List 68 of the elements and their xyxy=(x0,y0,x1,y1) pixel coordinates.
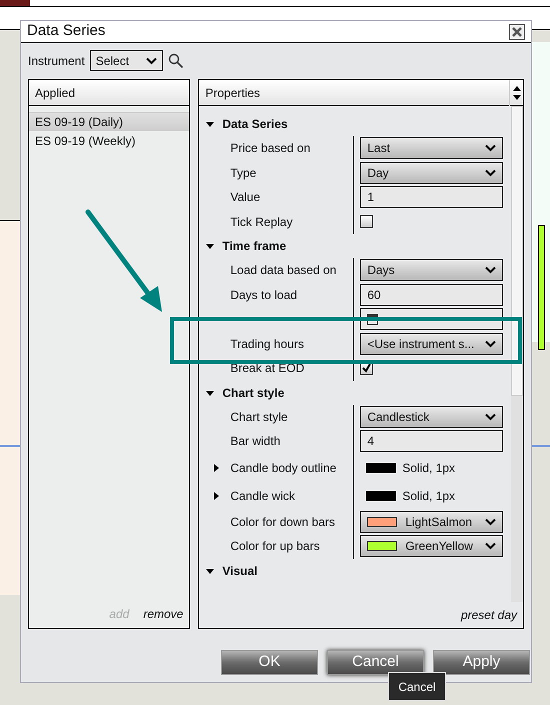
collapse-icon[interactable] xyxy=(206,242,214,250)
panel-header: Applied xyxy=(29,80,190,106)
color-dropdown[interactable]: LightSalmon xyxy=(360,510,504,533)
search-icon[interactable] xyxy=(168,52,184,68)
chevron-down-icon xyxy=(146,56,157,64)
preset-link[interactable]: preset day xyxy=(460,606,517,624)
property-label: Price based on xyxy=(230,140,310,158)
dropdown[interactable]: Day xyxy=(360,162,504,184)
property-label: Color for down bars xyxy=(230,514,336,531)
property-label: Days to load xyxy=(230,286,298,304)
collapse-icon[interactable] xyxy=(206,388,214,396)
dropdown[interactable]: Candlestick xyxy=(360,406,504,428)
property-label: Load data based on xyxy=(230,262,336,280)
dropdown[interactable]: Days xyxy=(360,259,504,282)
property-label: Color for up bars xyxy=(230,538,320,556)
property-label: Type xyxy=(230,164,256,182)
collapse-icon[interactable] xyxy=(206,566,214,574)
chevron-down-icon xyxy=(485,542,496,550)
category-title: Visual xyxy=(222,562,258,580)
instrument-label: Instrument xyxy=(28,52,85,70)
input-field[interactable]: 60 xyxy=(360,284,504,306)
collapse-icon[interactable] xyxy=(206,120,214,128)
price-line xyxy=(0,445,22,447)
series-item[interactable]: ES 09-19 (Weekly) xyxy=(29,131,190,150)
series-item[interactable]: ES 09-19 (Daily) xyxy=(29,112,190,131)
property-label: Break at EOD xyxy=(230,360,304,378)
chevron-down-icon xyxy=(485,518,496,526)
scroll-up-icon[interactable] xyxy=(512,86,520,90)
dialog-button[interactable]: Cancel xyxy=(327,650,424,675)
dialog-button[interactable]: Apply xyxy=(433,650,530,675)
scrollbar[interactable] xyxy=(511,106,523,602)
input-field[interactable]: 1 xyxy=(360,186,504,208)
property-label: Chart style xyxy=(230,408,288,426)
property-label: Bar width xyxy=(230,433,280,450)
scrollbar-thumb[interactable] xyxy=(511,106,523,396)
window-title: Data Series xyxy=(27,21,106,42)
stroke-value: Solid, 1px xyxy=(402,460,456,476)
check-icon xyxy=(361,362,372,374)
tooltip: Cancel xyxy=(388,672,446,701)
property-label: Candle body outline xyxy=(230,460,336,476)
close-button[interactable] xyxy=(509,24,525,40)
chevron-down-icon xyxy=(485,266,496,274)
chevron-down-icon xyxy=(485,412,496,421)
property-label: Tick Replay xyxy=(230,214,293,231)
expand-icon[interactable] xyxy=(212,492,220,500)
dropdown[interactable]: Last xyxy=(360,137,504,160)
remove-link[interactable]: remove xyxy=(143,605,184,623)
chevron-down-icon xyxy=(485,144,496,152)
instrument-dropdown[interactable]: Select xyxy=(90,50,163,71)
checkbox[interactable] xyxy=(360,215,374,228)
property-label: Value xyxy=(230,189,260,206)
expand-icon[interactable] xyxy=(212,464,220,472)
stroke-value: Solid, 1px xyxy=(402,488,456,504)
chevron-down-icon xyxy=(485,340,496,348)
calendar-icon xyxy=(367,314,378,325)
dropdown[interactable]: <Use instrument s... xyxy=(360,332,504,355)
scroll-down-icon[interactable] xyxy=(512,94,520,100)
price-line xyxy=(532,445,550,447)
panel-header: Properties xyxy=(204,84,262,102)
category-title: Chart style xyxy=(222,384,284,402)
property-label: Candle wick xyxy=(230,488,296,504)
color-dropdown[interactable]: GreenYellow xyxy=(360,535,504,558)
chevron-down-icon xyxy=(485,168,496,177)
category-title: Time frame xyxy=(222,238,286,255)
category-title: Data Series xyxy=(222,116,288,133)
property-label: Trading hours xyxy=(230,336,304,353)
dialog-button[interactable]: OK xyxy=(221,650,318,675)
input-field[interactable]: 4 xyxy=(360,430,504,452)
